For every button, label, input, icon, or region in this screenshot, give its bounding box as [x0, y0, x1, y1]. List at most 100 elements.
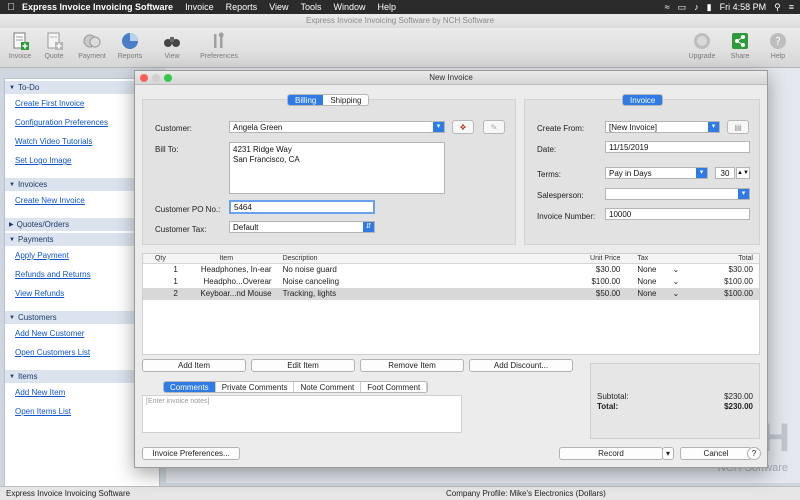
cell-tax: None: [637, 277, 657, 286]
bill-to-textarea[interactable]: 4231 Ridge Way San Francisco, CA: [229, 142, 445, 194]
terms-days-stepper[interactable]: ▲▼: [736, 167, 750, 179]
bill-to-line-1: 4231 Ridge Way: [233, 145, 292, 154]
salesperson-select[interactable]: ▾: [605, 188, 750, 200]
invoice-number-input[interactable]: 10000: [605, 208, 750, 220]
menubar-clock[interactable]: Fri 4:58 PM: [720, 2, 767, 12]
edit-customer-button[interactable]: ✎: [483, 120, 505, 134]
table-row[interactable]: 1 Headpho...Overear Noise canceling $100…: [143, 276, 759, 288]
cell-tax-select[interactable]: None ⌄: [623, 264, 685, 276]
terms-days-input[interactable]: 30: [715, 167, 735, 179]
sidebar-section-title: Invoices: [17, 180, 48, 189]
airplay-icon[interactable]: ▭: [678, 2, 687, 13]
document-icon: ▤: [734, 123, 742, 132]
tab-billing[interactable]: Billing: [288, 95, 324, 105]
column-qty[interactable]: Qty: [143, 254, 181, 263]
cell-unit-price: $50.00: [595, 289, 621, 298]
tab-foot-comment[interactable]: Foot Comment: [361, 382, 428, 392]
app-menu[interactable]: Express Invoice Invoicing Software: [22, 2, 173, 12]
create-from-document-button[interactable]: ▤: [727, 120, 749, 134]
minimize-window-button[interactable]: [152, 74, 160, 82]
zoom-window-button[interactable]: [164, 74, 172, 82]
dialog-titlebar: New Invoice: [135, 71, 767, 85]
cell-description: Noise canceling: [282, 277, 340, 286]
dialog-title: New Invoice: [429, 73, 473, 82]
cancel-button[interactable]: Cancel: [680, 447, 752, 460]
subtotal-row: Subtotal: $230.00: [597, 392, 753, 401]
remove-item-button[interactable]: Remove Item: [360, 359, 464, 372]
volume-icon[interactable]: ♪: [694, 2, 699, 12]
toolbar-invoice-button[interactable]: Invoice: [2, 31, 38, 60]
bill-to-label: Bill To:: [155, 145, 179, 154]
tab-shipping[interactable]: Shipping: [323, 95, 368, 105]
customer-palette-button[interactable]: ❖: [452, 120, 474, 134]
toolbar-invoice-label: Invoice: [8, 53, 32, 60]
column-description[interactable]: Description: [275, 254, 564, 263]
sidebar-section-title: Customers: [17, 313, 57, 322]
date-input[interactable]: 11/15/2019: [605, 141, 750, 153]
sidebar-section-title: Quotes/Orders: [16, 220, 70, 229]
toolbar-payment-button[interactable]: Payment: [74, 31, 110, 60]
chevron-down-icon: ▾: [696, 168, 707, 178]
customer-select[interactable]: Angela Green ▾: [229, 121, 445, 133]
close-window-button[interactable]: [140, 74, 148, 82]
add-item-button[interactable]: Add Item: [142, 359, 246, 372]
spotlight-icon[interactable]: ⚲: [774, 2, 781, 13]
menu-tools[interactable]: Tools: [300, 2, 321, 12]
terms-label: Terms:: [537, 170, 561, 179]
wifi-icon[interactable]: ≈: [665, 2, 670, 12]
create-from-select[interactable]: [New Invoice] ▾: [605, 121, 720, 133]
menu-window[interactable]: Window: [333, 2, 365, 12]
column-item[interactable]: Item: [181, 254, 275, 263]
tab-note-comment[interactable]: Note Comment: [294, 382, 362, 392]
tab-comments[interactable]: Comments: [164, 382, 216, 392]
toolbar-share-button[interactable]: Share: [722, 31, 758, 60]
edit-item-button[interactable]: Edit Item: [251, 359, 355, 372]
record-button[interactable]: Record: [559, 447, 663, 460]
column-unit-price[interactable]: Unit Price: [564, 254, 624, 263]
tab-invoice[interactable]: Invoice: [623, 95, 663, 105]
menu-reports[interactable]: Reports: [226, 2, 258, 12]
table-header: Qty Item Description Unit Price Tax Tota…: [143, 254, 759, 264]
invoice-icon: [10, 31, 30, 51]
palette-icon: ❖: [459, 123, 467, 132]
toolbar-preferences-button[interactable]: Preferences: [196, 31, 242, 60]
toolbar-view-button[interactable]: View: [154, 31, 190, 60]
toolbar-reports-button[interactable]: Reports: [112, 31, 148, 60]
total-label: Total:: [597, 402, 619, 411]
table-row[interactable]: 1 Headphones, In-ear No noise guard $30.…: [143, 264, 759, 276]
invoice-notes-textarea[interactable]: [Enter invoice notes]: [142, 395, 462, 433]
terms-select[interactable]: Pay in Days ▾: [605, 167, 708, 179]
pencil-icon: ✎: [490, 123, 498, 132]
cell-item: Headpho...Overear: [203, 277, 272, 286]
menu-view[interactable]: View: [269, 2, 288, 12]
cell-tax-select[interactable]: None ⌄: [623, 288, 685, 300]
table-row-selected[interactable]: 2 Keyboar...nd Mouse Tracking, lights $5…: [143, 288, 759, 300]
menu-help[interactable]: Help: [378, 2, 397, 12]
dialog-help-button[interactable]: ?: [747, 447, 761, 460]
toolbar-help-label: Help: [770, 53, 786, 60]
customer-po-input[interactable]: 5464: [229, 200, 375, 214]
record-options-dropdown[interactable]: ▾: [662, 447, 674, 460]
total-value: $230.00: [724, 402, 753, 411]
invoice-preferences-button[interactable]: Invoice Preferences...: [142, 447, 240, 460]
battery-icon[interactable]: ▮: [707, 2, 712, 13]
tab-private-comments[interactable]: Private Comments: [216, 382, 295, 392]
chevron-down-icon: ▾: [433, 122, 444, 132]
toolbar-reports-label: Reports: [117, 53, 143, 60]
bill-to-line-2: San Francisco, CA: [233, 155, 300, 164]
menu-invoice[interactable]: Invoice: [185, 2, 214, 12]
column-total[interactable]: Total: [685, 254, 759, 263]
create-from-value: [New Invoice]: [609, 123, 658, 132]
cell-tax-select[interactable]: None ⌄: [623, 276, 685, 288]
apple-menu-icon[interactable]: : [0, 2, 22, 13]
subtotal-label: Subtotal:: [597, 392, 629, 401]
control-center-icon[interactable]: ≡: [789, 2, 794, 12]
customer-tax-select[interactable]: Default ⇵: [229, 221, 375, 233]
add-discount-button[interactable]: Add Discount...: [469, 359, 573, 372]
subtotal-value: $230.00: [724, 392, 753, 401]
toolbar-help-button[interactable]: ? Help: [760, 31, 796, 60]
toolbar-upgrade-button[interactable]: Upgrade: [684, 31, 720, 60]
toolbar-quote-button[interactable]: Quote: [36, 31, 72, 60]
column-tax[interactable]: Tax: [623, 254, 685, 263]
chevron-down-icon: ▾: [738, 189, 749, 199]
